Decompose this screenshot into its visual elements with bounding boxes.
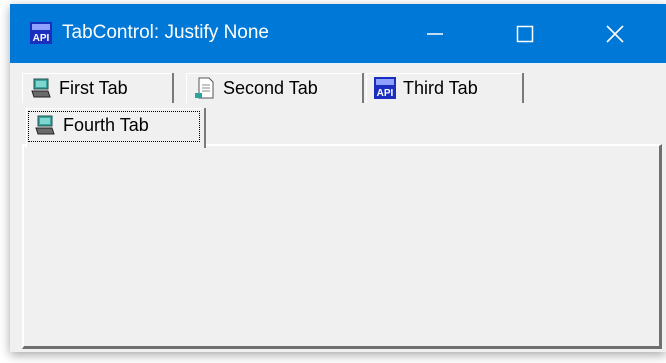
maximize-icon: [516, 25, 534, 42]
tab-fourth[interactable]: Fourth Tab: [26, 108, 206, 148]
tab-second[interactable]: Second Tab: [186, 73, 364, 103]
tab-label: Fourth Tab: [63, 114, 149, 135]
workstation-icon: [31, 78, 51, 98]
document-icon: [195, 77, 214, 99]
tab-label: Third Tab: [403, 77, 478, 98]
workstation-icon: [35, 115, 55, 135]
close-button[interactable]: [580, 4, 650, 63]
minimize-icon: [427, 32, 443, 35]
tabcontrol-window: API TabControl: Justify None First Tab S…: [10, 4, 666, 352]
maximize-button[interactable]: [490, 4, 560, 63]
svg-text:API: API: [33, 33, 50, 44]
api-logo-icon: API: [30, 22, 52, 44]
title-bar[interactable]: API TabControl: Justify None: [10, 4, 666, 63]
window-title: TabControl: Justify None: [62, 22, 269, 43]
tab-third[interactable]: API Third Tab: [366, 73, 524, 103]
close-icon: [606, 24, 624, 43]
minimize-button[interactable]: [400, 4, 470, 63]
tab-label: Second Tab: [223, 77, 318, 98]
svg-text:API: API: [377, 88, 394, 99]
tab-first[interactable]: First Tab: [22, 73, 174, 103]
api-logo-icon: API: [374, 77, 396, 99]
tab-label: First Tab: [59, 77, 128, 98]
tab-content-panel: [22, 144, 662, 349]
